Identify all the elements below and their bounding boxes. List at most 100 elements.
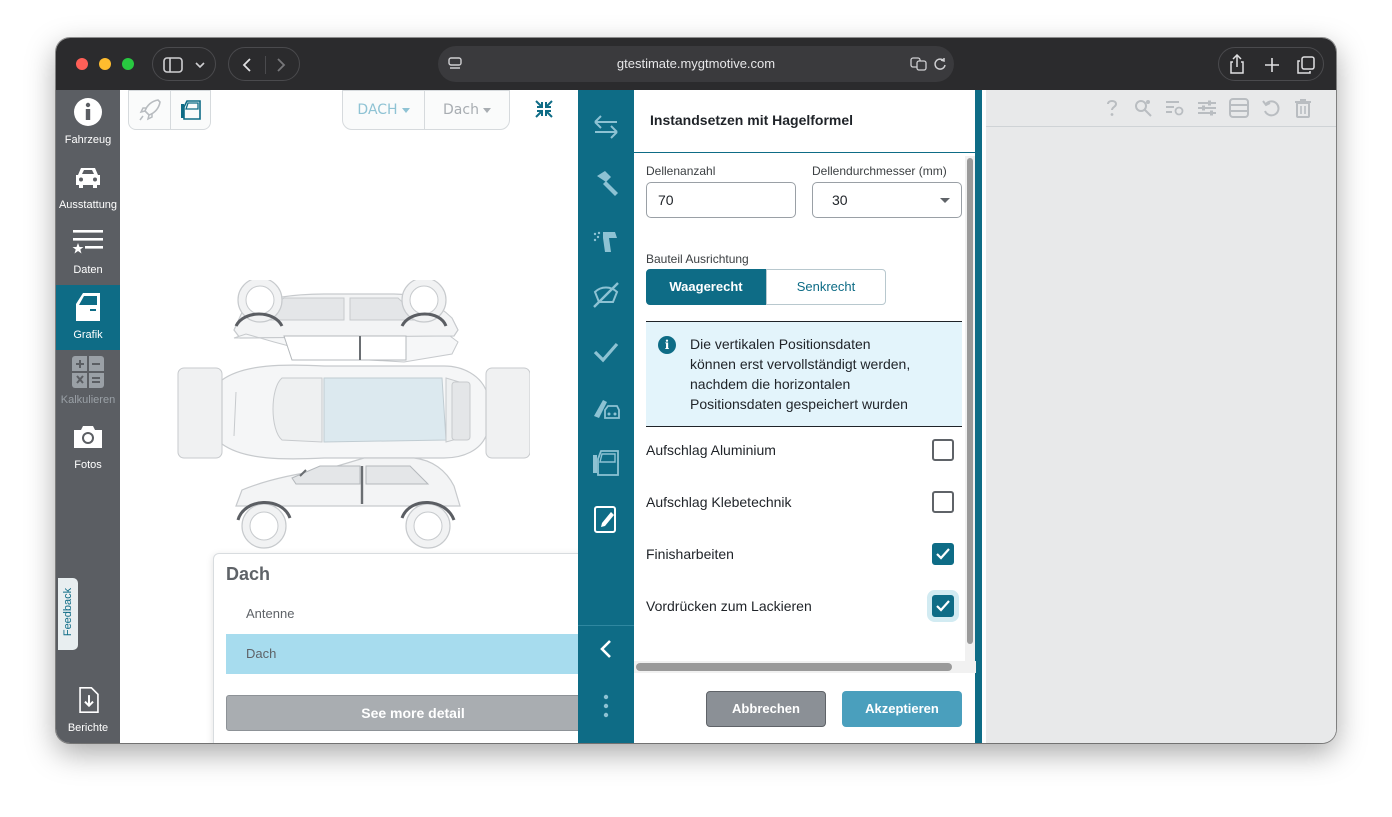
help-icon[interactable] — [1102, 98, 1122, 118]
trash-icon[interactable] — [1293, 98, 1313, 118]
dialog-title: Instandsetzen mit Hagelformel — [650, 112, 854, 128]
nav-item-fahrzeug[interactable]: Fahrzeug — [56, 90, 120, 155]
camera-icon — [74, 426, 102, 448]
dent-diameter-select[interactable]: 30 — [812, 182, 962, 218]
graphic-panel: DACH Dach Dach Antenne Dach See more det… — [120, 90, 643, 743]
info-line: Positionsdaten gespeichert wurden — [690, 396, 908, 412]
back-icon[interactable] — [241, 57, 253, 73]
minimize-window-button[interactable] — [99, 58, 111, 70]
storage-icon[interactable] — [1229, 98, 1249, 118]
checkbox-label: Aufschlag Aluminium — [646, 442, 776, 458]
door-view-button[interactable] — [171, 91, 212, 129]
edit-document-icon[interactable] — [591, 504, 621, 534]
list-search-icon[interactable] — [1165, 98, 1185, 118]
checkbox-row-prepress[interactable]: Vordrücken zum Lackieren — [646, 592, 956, 622]
dialog-horizontal-scrollbar[interactable] — [634, 661, 976, 673]
nav-item-kalkulieren: Kalkulieren — [56, 350, 120, 415]
dialog-vertical-scrollbar[interactable] — [965, 156, 975, 661]
orientation-horizontal-button[interactable]: Waagerecht — [646, 269, 766, 305]
popup-item-dach[interactable]: Dach — [226, 634, 600, 674]
zoom-window-button[interactable] — [122, 58, 134, 70]
history-nav-group — [228, 47, 300, 81]
more-vertical-icon[interactable] — [603, 694, 609, 718]
orientation-label: Bauteil Ausrichtung — [646, 252, 749, 266]
share-icon[interactable] — [1229, 54, 1245, 74]
accept-button[interactable]: Akzeptieren — [842, 691, 962, 727]
checkmark-icon — [936, 600, 950, 612]
part-select[interactable]: Dach — [425, 91, 509, 129]
car-icon — [76, 168, 100, 188]
no-paint-icon[interactable] — [591, 280, 621, 310]
nav-item-berichte[interactable]: Berichte — [56, 678, 120, 743]
scrollbar-thumb[interactable] — [636, 663, 952, 671]
paint-car-icon[interactable] — [591, 392, 621, 422]
nav-item-daten[interactable]: Daten — [56, 220, 120, 285]
nav-item-label: Grafik — [73, 329, 103, 341]
operation-toolbar — [578, 90, 634, 743]
nav-divider — [265, 56, 266, 74]
toolbar-footer — [578, 625, 634, 743]
popup-title: Dach — [226, 564, 271, 584]
list-star-icon — [72, 230, 103, 254]
sliders-icon[interactable] — [1197, 98, 1217, 118]
hail-repair-dialog: Instandsetzen mit Hagelformel Dellenanza… — [634, 90, 982, 743]
checkbox-row-aluminium[interactable]: Aufschlag Aluminium — [646, 436, 956, 466]
app-content: Fahrzeug Ausstattung Daten Grafik Kalkul… — [56, 90, 1336, 743]
check-icon[interactable] — [591, 336, 621, 366]
nav-item-grafik[interactable]: Grafik — [56, 285, 120, 350]
adhesive-checkbox[interactable] — [932, 491, 954, 513]
aluminium-checkbox[interactable] — [932, 439, 954, 461]
checkbox-row-finishing[interactable]: Finisharbeiten — [646, 540, 956, 570]
forward-icon[interactable] — [275, 57, 287, 73]
dent-count-input[interactable]: 70 — [646, 182, 796, 218]
prepress-checkbox[interactable] — [932, 595, 954, 617]
report-download-icon — [79, 687, 99, 713]
swap-arrows-icon[interactable] — [591, 112, 621, 142]
scrollbar-thumb[interactable] — [967, 158, 973, 644]
car-roof-view[interactable] — [177, 364, 530, 460]
finishing-checkbox[interactable] — [932, 543, 954, 565]
search-settings-icon[interactable] — [1133, 98, 1153, 118]
zone-select[interactable]: DACH — [343, 91, 425, 129]
vehicle-exploded-view[interactable] — [174, 280, 530, 554]
see-more-detail-button[interactable]: See more detail — [226, 695, 600, 731]
checkmark-icon — [936, 548, 950, 560]
car-side-bottom[interactable] — [235, 457, 461, 549]
close-window-button[interactable] — [76, 58, 88, 70]
popup-item-antenne[interactable]: Antenne — [226, 594, 600, 634]
info-icon — [74, 98, 102, 126]
caret-down-icon — [401, 107, 410, 113]
car-side-top[interactable] — [233, 280, 459, 363]
feedback-tab[interactable]: Feedback — [58, 578, 78, 650]
dent-diameter-value: 30 — [832, 192, 848, 208]
rocket-view-button[interactable] — [129, 91, 170, 129]
zone-part-selector: DACH Dach — [342, 90, 510, 130]
sidebar-toggle-button[interactable] — [152, 47, 216, 81]
new-tab-icon[interactable] — [1264, 57, 1280, 73]
translate-icon[interactable] — [910, 57, 928, 71]
collapse-arrows-icon[interactable] — [533, 98, 555, 120]
checkbox-label: Vordrücken zum Lackieren — [646, 598, 812, 614]
feedback-label: Feedback — [62, 587, 74, 637]
url-text: gtestimate.mygtmotive.com — [616, 56, 776, 71]
chevron-left-icon[interactable] — [598, 639, 614, 659]
calculator-icon — [72, 356, 104, 388]
checkbox-row-adhesive[interactable]: Aufschlag Klebetechnik — [646, 488, 956, 518]
orientation-vertical-button[interactable]: Senkrecht — [766, 269, 886, 305]
spray-gun-icon[interactable] — [591, 224, 621, 254]
tab-overview-icon[interactable] — [1297, 56, 1315, 74]
nav-item-label: Berichte — [67, 722, 109, 734]
zone-select-value: DACH — [357, 102, 398, 118]
hammer-icon[interactable] — [591, 168, 621, 198]
cancel-button[interactable]: Abbrechen — [706, 691, 826, 727]
address-bar[interactable]: gtestimate.mygtmotive.com — [438, 46, 954, 82]
door-part-icon[interactable] — [591, 448, 621, 478]
browser-window: gtestimate.mygtmotive.com Fahrzeug Ausst… — [56, 38, 1336, 743]
chevron-down-icon — [195, 62, 205, 69]
undo-icon[interactable] — [1261, 98, 1281, 118]
nav-item-label: Fahrzeug — [64, 134, 112, 146]
nav-item-ausstattung[interactable]: Ausstattung — [56, 155, 120, 220]
window-actions-group — [1218, 47, 1324, 81]
nav-item-fotos[interactable]: Fotos — [56, 415, 120, 480]
reload-icon[interactable] — [933, 57, 947, 71]
